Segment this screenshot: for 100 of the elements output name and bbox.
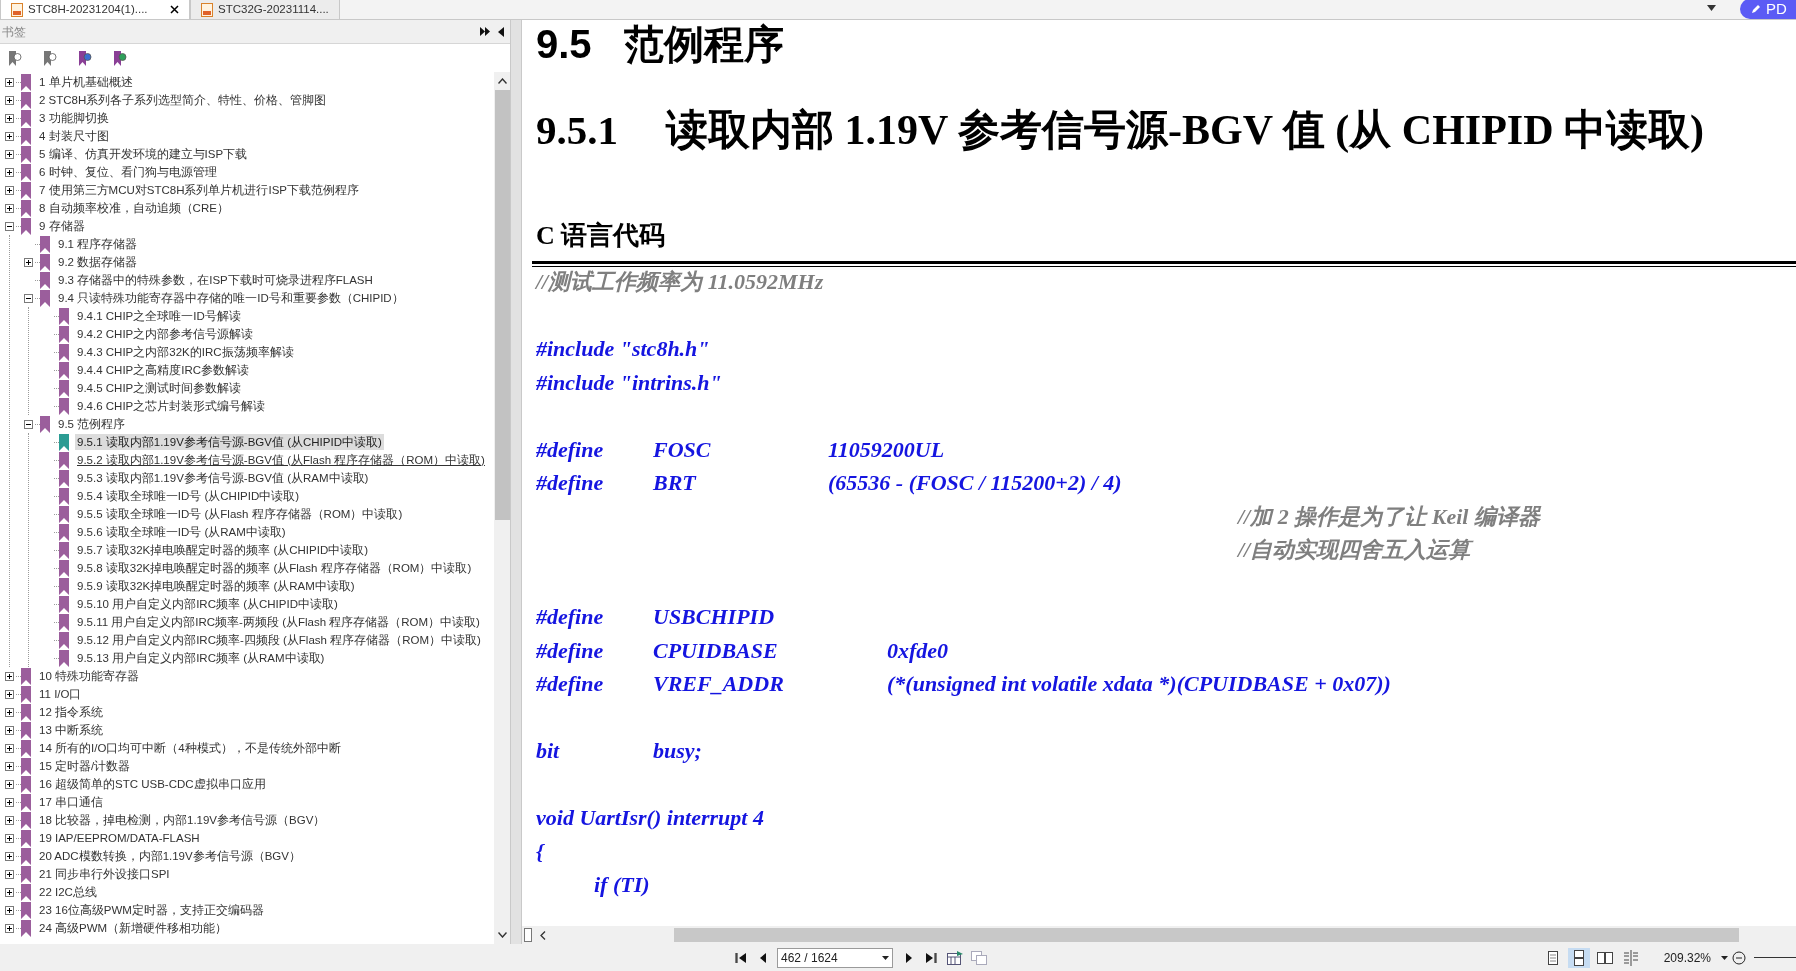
vertical-scrollbar[interactable] — [494, 72, 510, 944]
scroll-left-icon[interactable] — [540, 930, 546, 940]
tree-item[interactable]: 9.5.13 用户自定义内部IRC频率 (从RAM中读取) — [40, 649, 331, 667]
expand-icon[interactable] — [4, 131, 14, 141]
document-tab[interactable]: STC8H-20231204(1).... — [0, 0, 190, 19]
scrollbar-thumb[interactable] — [494, 90, 510, 520]
expand-icon[interactable] — [23, 257, 33, 267]
expand-icon[interactable] — [4, 761, 14, 771]
tree-item[interactable]: 9.5.8 读取32K掉电唤醒定时器的频率 (从Flash 程序存储器（ROM）中读取) — [40, 559, 478, 577]
tree-item[interactable]: 22 I2C总线 — [2, 883, 103, 901]
tree-item[interactable]: 13 中断系统 — [2, 721, 109, 739]
document-tab[interactable]: STC32G-20231114.... — [190, 0, 340, 19]
collapse-icon[interactable] — [23, 419, 33, 429]
expand-icon[interactable] — [4, 797, 14, 807]
tree-item[interactable]: 3 功能脚切换 — [2, 109, 115, 127]
tree-item[interactable]: 14 所有的I/O口均可中断（4种模式），不是传统外部中断 — [2, 739, 347, 757]
tree-item[interactable]: 9.4.4 CHIP之高精度IRC参数解读 — [40, 361, 256, 379]
tree-item[interactable]: 12 指令系统 — [2, 703, 109, 721]
tree-item[interactable]: 4 封装尺寸图 — [2, 127, 115, 145]
split-handle[interactable] — [524, 928, 532, 942]
tree-item[interactable]: 9.4.5 CHIP之测试时间参数解读 — [40, 379, 248, 397]
expand-icon[interactable] — [4, 851, 14, 861]
tree-item[interactable]: 17 串口通信 — [2, 793, 109, 811]
expand-icon[interactable] — [4, 95, 14, 105]
expand-icon[interactable] — [4, 671, 14, 681]
tree-item[interactable]: 15 定时器/计数器 — [2, 757, 137, 775]
tree-item[interactable]: 9.5.3 读取内部1.19V参考信号源-BGV值 (从RAM中读取) — [40, 469, 375, 487]
tree-item[interactable]: 9.5.5 读取全球唯一ID号 (从Flash 程序存储器（ROM）中读取) — [40, 505, 409, 523]
expand-icon[interactable] — [4, 869, 14, 879]
expand-icon[interactable] — [4, 887, 14, 897]
tree-item[interactable]: 9.5.9 读取32K掉电唤醒定时器的频率 (从RAM中读取) — [40, 577, 361, 595]
close-icon[interactable] — [170, 5, 179, 14]
tree-item[interactable]: 9.5.7 读取32K掉电唤醒定时器的频率 (从CHIPID中读取) — [40, 541, 375, 559]
expand-icon[interactable] — [4, 923, 14, 933]
tree-item[interactable]: 9.5 范例程序 — [21, 415, 132, 433]
collapse-icon[interactable] — [23, 293, 33, 303]
tree-item[interactable]: 1 单片机基础概述 — [2, 73, 139, 91]
tree-item[interactable]: 16 超级简单的STC USB-CDC虚拟串口应用 — [2, 775, 272, 793]
previous-page-icon[interactable] — [759, 951, 767, 964]
scroll-down-icon[interactable] — [497, 932, 507, 938]
tree-item[interactable]: 9.1 程序存储器 — [21, 235, 144, 253]
expand-icon[interactable] — [4, 203, 14, 213]
zoom-level[interactable]: 209.32% — [1663, 948, 1711, 967]
tree-item[interactable]: 9.4 只读特殊功能寄存器中存储的唯一ID号和重要参数（CHIPID） — [21, 289, 410, 307]
tree-item[interactable]: 5 编译、仿真开发环境的建立与ISP下载 — [2, 145, 254, 163]
last-page-icon[interactable] — [925, 951, 937, 964]
tree-item[interactable]: 9.4.2 CHIP之内部参考信号源解读 — [40, 325, 260, 343]
tree-item[interactable]: 9.3 存储器中的特殊参数，在ISP下载时可烧录进程序FLASH — [21, 271, 379, 289]
tree-item[interactable]: 9.4.1 CHIP之全球唯一ID号解读 — [40, 307, 247, 325]
tree-item[interactable]: 9.4.6 CHIP之芯片封装形式编号解读 — [40, 397, 272, 415]
zoom-out-icon[interactable] — [1732, 950, 1746, 965]
expand-icon[interactable] — [4, 77, 14, 87]
dropdown-caret-icon[interactable] — [1721, 955, 1728, 960]
tree-item[interactable]: 18 比较器，掉电检测，内部1.19V参考信号源（BGV） — [2, 811, 332, 829]
dropdown-caret-icon[interactable] — [1707, 5, 1716, 11]
tree-item[interactable]: 19 IAP/EEPROM/DATA-FLASH — [2, 829, 206, 847]
tree-item[interactable]: 8 自动频率校准，自动追频（CRE） — [2, 199, 235, 217]
tree-item[interactable]: 21 同步串行外设接口SPI — [2, 865, 176, 883]
tree-item[interactable]: 9.5.12 用户自定义内部IRC频率-四频段 (从Flash 程序存储器（ROM）中读取) — [40, 631, 487, 649]
tree-item[interactable]: 9.5.10 用户自定义内部IRC频率 (从CHIPID中读取) — [40, 595, 344, 613]
tree-item[interactable]: 23 16位高级PWM定时器，支持正交编码器 — [2, 901, 270, 919]
code-text: FOSC — [653, 435, 712, 464]
tree-item[interactable]: 9.5.6 读取全球唯一ID号 (从RAM中读取) — [40, 523, 292, 541]
tree-item[interactable]: 9.2 数据存储器 — [21, 253, 144, 271]
tree-item[interactable]: 11 I/O口 — [2, 685, 88, 703]
expand-icon[interactable] — [4, 113, 14, 123]
tree-item[interactable]: 9.5.1 读取内部1.19V参考信号源-BGV值 (从CHIPID中读取) — [40, 433, 388, 451]
pdf-tool-button[interactable]: PD — [1740, 0, 1796, 19]
horizontal-scrollbar[interactable] — [674, 928, 1739, 942]
collapse-panel-icon[interactable] — [498, 26, 504, 37]
expand-icon[interactable] — [4, 707, 14, 717]
scroll-up-icon[interactable] — [497, 78, 507, 84]
next-page-icon[interactable] — [905, 951, 913, 964]
tree-item[interactable]: 10 特殊功能寄存器 — [2, 667, 145, 685]
tree-item[interactable]: 9.5.11 用户自定义内部IRC频率-两频段 (从Flash 程序存储器（ROM）中读取) — [40, 613, 486, 631]
expand-icon[interactable] — [4, 815, 14, 825]
tree-item[interactable]: 2 STC8H系列各子系列选型简介、特性、价格、管脚图 — [2, 91, 333, 109]
tree-item[interactable]: 9.5.2 读取内部1.19V参考信号源-BGV值 (从Flash 程序存储器（ROM）中读取) — [40, 451, 491, 469]
tree-item[interactable]: 9.5.4 读取全球唯一ID号 (从CHIPID中读取) — [40, 487, 306, 505]
expand-icon[interactable] — [4, 743, 14, 753]
expand-icon[interactable] — [4, 833, 14, 843]
calendar-icon[interactable] — [947, 950, 963, 965]
expand-icon[interactable] — [4, 725, 14, 735]
double-arrow-icon[interactable] — [480, 27, 490, 36]
expand-icon[interactable] — [4, 149, 14, 159]
first-page-icon[interactable] — [735, 951, 747, 964]
expand-icon[interactable] — [4, 779, 14, 789]
expand-icon[interactable] — [4, 185, 14, 195]
expand-icon[interactable] — [4, 905, 14, 915]
page-number-field[interactable]: 462 / 1624 — [777, 947, 893, 968]
tree-item[interactable]: 9 存储器 — [2, 217, 91, 235]
expand-icon[interactable] — [4, 167, 14, 177]
tree-item[interactable]: 9.4.3 CHIP之内部32K的IRC振荡频率解读 — [40, 343, 300, 361]
collapse-icon[interactable] — [4, 221, 14, 231]
tree-item[interactable]: 6 时钟、复位、看门狗与电源管理 — [2, 163, 223, 181]
expand-icon[interactable] — [4, 689, 14, 699]
tree-item[interactable]: 20 ADC模数转换，内部1.19V参考信号源（BGV） — [2, 847, 307, 865]
tree-item[interactable]: 7 使用第三方MCU对STC8H系列单片机进行ISP下载范例程序 — [2, 181, 366, 199]
view-mode-button[interactable] — [1567, 947, 1590, 968]
tree-item[interactable]: 24 高级PWM（新增硬件移相功能） — [2, 919, 234, 937]
